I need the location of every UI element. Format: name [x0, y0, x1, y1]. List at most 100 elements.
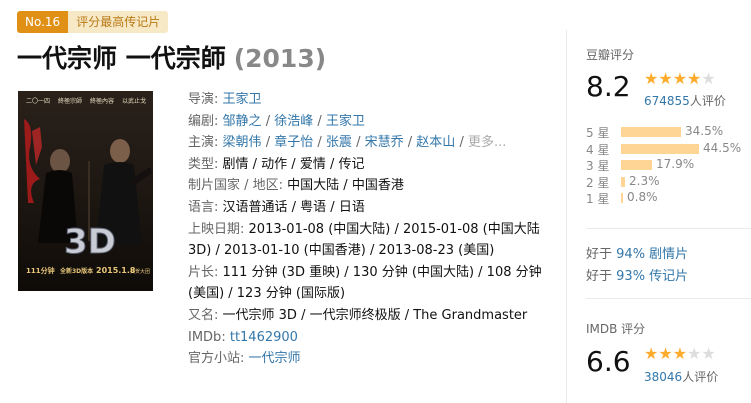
- sidebar-divider-2: [586, 298, 751, 299]
- better-than-biography-link[interactable]: 93% 传记片: [616, 269, 688, 284]
- rating-bar: [621, 176, 625, 187]
- star-icon: ★: [658, 344, 673, 363]
- cast-link-5[interactable]: 赵本山: [416, 135, 455, 150]
- imdb-count-value[interactable]: 38046: [644, 370, 682, 384]
- release-row-cont: 3D) / 2013-01-10 (中国香港) / 2013-08-23 (美国…: [188, 240, 558, 262]
- site-link[interactable]: 一代宗师: [249, 351, 301, 366]
- rating-percent: 44.5%: [703, 140, 742, 155]
- imdb-vote-count[interactable]: 38046人评价: [644, 368, 718, 385]
- rating-bar: [621, 193, 623, 203]
- imdb-count-suffix: 人评价: [682, 370, 719, 384]
- rating-percent: 2.3%: [629, 173, 660, 188]
- country-value: 中国大陆 / 中国香港: [287, 178, 404, 194]
- rating-percent: 34.5%: [685, 124, 724, 138]
- poster-top-text-2: 終極宗師: [58, 97, 82, 105]
- movie-year: (2013): [233, 44, 327, 73]
- star-level-label: 4 星: [586, 142, 610, 157]
- writer-link-2[interactable]: 徐浩峰: [274, 114, 313, 129]
- cast-link-2[interactable]: 章子怡: [274, 135, 313, 150]
- douban-score: 8.2: [586, 70, 631, 103]
- poster-top-text-4: 以武止戈: [122, 97, 146, 105]
- douban-count-suffix: 人评价: [689, 94, 726, 108]
- better-than-drama-link[interactable]: 94% 剧情片: [616, 247, 688, 262]
- star-level-label: 5 星: [586, 126, 610, 140]
- douban-star-rating: ★★★★★: [644, 69, 716, 88]
- poster-3d-version-text: 全新3D版本: [59, 267, 94, 275]
- better-than-1: 好于 94% 剧情片: [586, 243, 688, 262]
- poster-top-text-1: 二〇一四: [26, 98, 50, 105]
- movie-name: 一代宗师 一代宗師: [17, 44, 226, 73]
- douban-count-value[interactable]: 674855: [644, 94, 690, 108]
- genre-value: 剧情 / 动作 / 爱情 / 传记: [222, 156, 365, 172]
- rating-bar: [621, 127, 681, 137]
- star-empty-icon: ★: [701, 344, 716, 363]
- imdb-label: IMDb:: [188, 329, 226, 345]
- movie-poster[interactable]: 二〇一四 終極宗師 終極內容 以武止戈 3D 111分钟 全新3D版本 2015…: [18, 91, 153, 291]
- sidebar-divider-1: [586, 228, 751, 229]
- release-row: 上映日期: 2013-01-08 (中国大陆) / 2015-01-08 (中国…: [188, 219, 558, 241]
- language-value: 汉语普通话 / 粤语 / 日语: [222, 199, 365, 215]
- release-value-line1: 2013-01-08 (中国大陆) / 2015-01-08 (中国大陆: [248, 221, 540, 237]
- director-row: 导演: 王家卫: [188, 89, 558, 111]
- aka-value: 一代宗师 3D / 一代宗师终极版 / The Grandmaster: [222, 307, 528, 323]
- imdb-rating-heading: IMDB 评分: [586, 322, 646, 336]
- cast-row: 主演: 梁朝伟 / 章子怡 / 张震 / 宋慧乔 / 赵本山 / 更多...: [188, 135, 507, 151]
- country-row: 制片国家 / 地区: 中国大陆 / 中国香港: [188, 175, 558, 197]
- writer-link-3[interactable]: 王家卫: [326, 114, 365, 129]
- rating-percent: 0.8%: [627, 190, 658, 204]
- star-icon: ★: [687, 69, 702, 88]
- director-label: 导演:: [188, 92, 219, 107]
- poster-3d-text: 3D: [64, 222, 116, 262]
- release-value-line2: 3D) / 2013-01-10 (中国香港) / 2013-08-23 (美国…: [188, 243, 495, 259]
- country-label: 制片国家 / 地区:: [188, 178, 284, 194]
- better-than-prefix: 好于: [586, 247, 613, 262]
- imdb-link[interactable]: tt1462900: [230, 330, 298, 345]
- rating-bar: [621, 160, 652, 170]
- star-icon: ★: [672, 69, 688, 88]
- better-than-prefix: 好于: [586, 269, 613, 284]
- writer-link-1[interactable]: 邹静之: [223, 114, 262, 129]
- cast-link-1[interactable]: 梁朝伟: [223, 135, 262, 150]
- ranking-number: No.16: [17, 11, 69, 33]
- star-level-label: 3 星: [586, 159, 610, 173]
- ranking-label: 评分最高传记片: [68, 11, 169, 33]
- star-empty-icon: ★: [701, 69, 716, 88]
- rating-percent: 17.9%: [656, 157, 695, 171]
- director-link[interactable]: 王家卫: [223, 92, 262, 107]
- runtime-label: 片长:: [188, 264, 219, 280]
- douban-vote-count[interactable]: 674855人评价: [644, 92, 726, 109]
- douban-rating-heading: 豆瓣评分: [586, 48, 635, 62]
- runtime-row: 片长: 111 分钟 (3D 重映) / 130 分钟 (中国大陆) / 108…: [188, 262, 558, 284]
- star-icon: ★: [644, 69, 659, 88]
- imdb-score: 6.6: [586, 345, 631, 378]
- better-than-2: 好于 93% 传记片: [586, 265, 688, 284]
- star-icon: ★: [658, 69, 673, 88]
- page-title: 一代宗师 一代宗師 (2013): [17, 39, 326, 75]
- poster-top-text-3: 終極內容: [90, 97, 114, 105]
- star-level-label: 2 星: [586, 175, 610, 190]
- imdb-row: IMDb: tt1462900: [188, 327, 558, 349]
- divider: [566, 30, 567, 403]
- writer-row: 编剧: 邹静之 / 徐浩峰 / 王家卫: [188, 113, 365, 129]
- aka-label: 又名:: [188, 307, 219, 323]
- star-level-label: 1 星: [586, 192, 610, 206]
- star-icon: ★: [672, 344, 688, 363]
- cast-more-link[interactable]: 更多...: [468, 135, 506, 150]
- site-row: 官方小站: 一代宗师: [188, 348, 558, 370]
- poster-bottom-right-text: 共贺大团: [130, 268, 150, 275]
- language-label: 语言:: [188, 199, 219, 215]
- cast-label: 主演:: [188, 135, 219, 151]
- runtime-row-cont: (美国) / 123 分钟 (国际版): [188, 283, 558, 305]
- star-empty-icon: ★: [687, 344, 702, 363]
- writer-label: 编剧:: [188, 113, 219, 129]
- movie-info: 导演: 王家卫 编剧: 邹静之 / 徐浩峰 / 王家卫 主演: 梁朝伟 / 章子…: [188, 89, 558, 370]
- language-row: 语言: 汉语普通话 / 粤语 / 日语: [188, 197, 558, 219]
- runtime-value-line1: 111 分钟 (3D 重映) / 130 分钟 (中国大陆) / 108 分钟: [222, 264, 542, 280]
- cast-link-4[interactable]: 宋慧乔: [365, 135, 404, 150]
- ranking-badge[interactable]: No.16 评分最高传记片: [17, 11, 169, 33]
- cast-link-3[interactable]: 张震: [326, 135, 352, 150]
- site-label: 官方小站:: [188, 351, 245, 367]
- rating-bar: [621, 143, 699, 154]
- aka-row: 又名: 一代宗师 3D / 一代宗师终极版 / The Grandmaster: [188, 305, 558, 327]
- star-icon: ★: [644, 344, 659, 363]
